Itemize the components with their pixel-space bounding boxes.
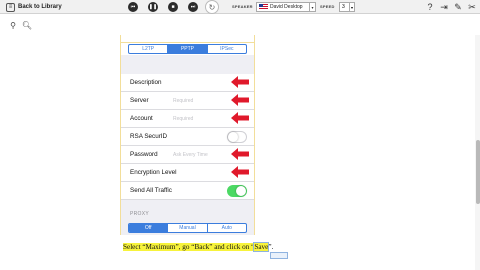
description-label: Description — [130, 79, 162, 86]
red-arrow-icon — [231, 76, 249, 88]
vertical-scrollbar[interactable] — [475, 35, 480, 270]
proxy-label: PROXY — [130, 211, 150, 217]
chevron-down-icon: ▾ — [309, 3, 315, 11]
help-icon[interactable]: ? — [424, 1, 436, 13]
server-placeholder: Required — [173, 98, 194, 104]
caption-text: Select “Maximum”, go “Back” and click on… — [123, 243, 255, 251]
red-arrow-icon — [231, 94, 249, 106]
server-label: Server — [130, 97, 149, 104]
send-all-traffic-row: Send All Traffic — [121, 182, 254, 200]
us-flag-icon — [259, 4, 268, 10]
caption-suffix: ”. — [268, 243, 274, 251]
search-icon[interactable]: 🔍︎ — [22, 20, 32, 30]
speaker-value: David Desktop — [270, 4, 303, 10]
vpn-fields-group: Description Server Required Account Requ… — [121, 74, 254, 200]
skip-back-button[interactable]: ⏮ — [128, 2, 138, 12]
password-label: Password — [130, 151, 158, 158]
tab-proxy-off[interactable]: Off — [129, 224, 168, 232]
list-icon: ≡ — [6, 2, 15, 12]
tab-proxy-manual[interactable]: Manual — [167, 224, 206, 232]
vpn-settings-screenshot: L2TP PPTP IPSec Description Server Requi… — [120, 35, 255, 235]
stop-icon: ■ — [171, 4, 175, 10]
red-arrow-icon — [231, 148, 249, 160]
search-strip: ⚲ 🔍︎ — [0, 15, 480, 35]
pause-button[interactable]: ❚❚ — [148, 2, 158, 12]
rsa-securid-toggle[interactable] — [227, 131, 247, 143]
skip-back-icon: ⏮ — [130, 4, 136, 10]
loop-icon: ↻ — [208, 2, 216, 12]
vpn-type-segmented-control[interactable]: L2TP PPTP IPSec — [128, 44, 247, 54]
speed-value: 3 — [342, 4, 345, 10]
account-placeholder: Required — [173, 116, 194, 122]
scrollbar-thumb[interactable] — [476, 140, 480, 204]
settings-icon[interactable]: ✂ — [466, 1, 478, 13]
proxy-segmented-control[interactable]: Off Manual Auto — [128, 223, 247, 233]
speed-select[interactable]: 3 ▾ — [339, 2, 355, 12]
tab-l2tp[interactable]: L2TP — [129, 45, 167, 53]
password-placeholder: Ask Every Time — [173, 152, 208, 158]
back-to-library-label: Back to Library — [18, 4, 62, 10]
highlight-icon[interactable]: ✎ — [452, 1, 464, 13]
rsa-securid-label: RSA SecurID — [130, 133, 168, 140]
skip-forward-button[interactable]: ⏭ — [188, 2, 198, 12]
tab-proxy-auto[interactable]: Auto — [206, 224, 246, 232]
pause-icon: ❚❚ — [148, 4, 158, 10]
stop-button[interactable]: ■ — [168, 2, 178, 12]
speaker-label: SPEAKER — [232, 4, 253, 9]
speaker-select[interactable]: David Desktop ▾ — [256, 2, 316, 12]
section-gap — [121, 55, 254, 74]
red-arrow-icon — [231, 112, 249, 124]
send-all-traffic-toggle[interactable] — [227, 185, 247, 197]
caption-selection-box — [270, 252, 288, 259]
back-to-library-button[interactable]: ≡ Back to Library — [6, 1, 72, 13]
tab-pptp[interactable]: PPTP — [167, 45, 207, 53]
skip-forward-icon: ⏭ — [190, 4, 196, 10]
chevron-down-icon: ▾ — [349, 3, 353, 11]
search-person-icon[interactable]: ⚲ — [8, 20, 18, 30]
screenshot-top-edge — [121, 35, 254, 43]
rsa-securid-row: RSA SecurID — [121, 128, 254, 146]
reader-toolbar: ≡ Back to Library ⏮ ❚❚ ■ ⏭ ↻ SPEAKER Dav… — [0, 0, 480, 14]
speed-label: SPEED — [320, 4, 335, 9]
send-all-traffic-label: Send All Traffic — [130, 187, 172, 194]
loop-button[interactable]: ↻ — [205, 0, 219, 14]
account-label: Account — [130, 115, 153, 122]
tab-ipsec[interactable]: IPSec — [206, 45, 246, 53]
exit-icon[interactable]: ⇥ — [438, 1, 450, 13]
instruction-caption: Select “Maximum”, go “Back” and click on… — [123, 242, 274, 252]
red-arrow-icon — [231, 166, 249, 178]
caption-save: Save — [253, 242, 270, 252]
encryption-level-label: Encryption Level — [130, 169, 177, 176]
